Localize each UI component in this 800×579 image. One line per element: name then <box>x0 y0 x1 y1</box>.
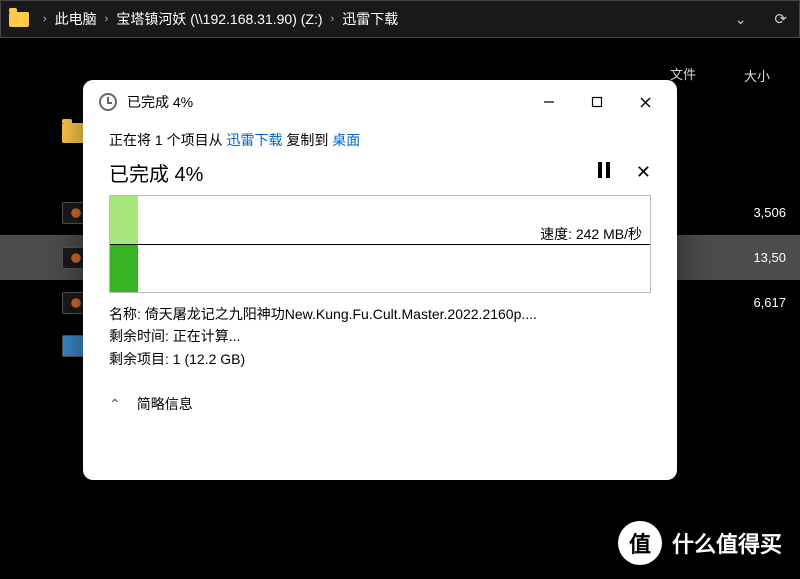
breadcrumb: › 此电脑 › 宝塔镇河妖 (\\192.168.31.90) (Z:) › 迅… <box>0 0 800 38</box>
chevron-down-icon[interactable]: ⌄ <box>735 11 747 28</box>
close-button[interactable] <box>623 87 667 117</box>
minimize-button[interactable] <box>527 87 571 117</box>
file-size: 6,617 <box>753 295 786 310</box>
chevron-right-icon: › <box>331 13 335 25</box>
toggle-details-button[interactable]: ⌃ 简略信息 <box>109 394 651 414</box>
breadcrumb-item[interactable]: 宝塔镇河妖 (\\192.168.31.90) (Z:) <box>116 9 322 29</box>
transfer-speed-chart: 速度: 242 MB/秒 <box>109 195 651 293</box>
file-name-row: 名称: 倚天屠龙记之九阳神功New.Kung.Fu.Cult.Master.20… <box>109 303 651 325</box>
folder-icon <box>9 12 29 27</box>
maximize-button[interactable] <box>575 87 619 117</box>
breadcrumb-item[interactable]: 迅雷下载 <box>342 9 398 29</box>
refresh-icon[interactable]: ⟳ <box>774 10 787 28</box>
watermark-badge-icon: 值 <box>618 521 662 565</box>
chevron-up-icon: ⌃ <box>109 396 121 413</box>
dialog-title: 已完成 4% <box>127 92 193 112</box>
clock-icon <box>99 93 117 111</box>
speed-label: 速度: 242 MB/秒 <box>540 224 642 244</box>
file-size: 13,50 <box>753 250 786 265</box>
cancel-button[interactable]: ✕ <box>636 162 651 183</box>
watermark-text: 什么值得买 <box>672 527 782 559</box>
time-remaining-row: 剩余时间: 正在计算... <box>109 325 651 347</box>
items-remaining-row: 剩余项目: 1 (12.2 GB) <box>109 348 651 370</box>
pause-button[interactable] <box>598 162 610 183</box>
breadcrumb-item[interactable]: 此电脑 <box>55 9 97 29</box>
watermark: 值 什么值得买 <box>618 521 782 565</box>
copy-progress-dialog: 已完成 4% 正在将 1 个项目从 迅雷下载 复制到 桌面 已完成 4% ✕ 速… <box>83 80 677 480</box>
source-link[interactable]: 迅雷下载 <box>226 132 282 148</box>
progress-title: 已完成 4% <box>109 158 203 187</box>
chevron-right-icon: › <box>105 13 109 25</box>
destination-link[interactable]: 桌面 <box>332 132 360 148</box>
file-size: 3,506 <box>753 205 786 220</box>
copy-description: 正在将 1 个项目从 迅雷下载 复制到 桌面 <box>109 130 651 150</box>
chevron-right-icon: › <box>43 13 47 25</box>
